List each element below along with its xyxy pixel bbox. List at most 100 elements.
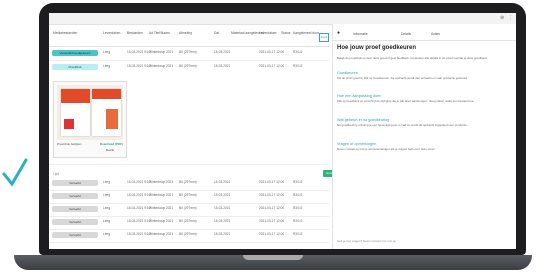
table-cell: 2021-03-17 12:00: [259, 232, 285, 236]
column-header[interactable]: Aangeleverd door: [293, 31, 319, 35]
status-pill: Proefdruk: [52, 64, 98, 70]
table-cell: 15-03-2021 9:10: [127, 206, 151, 210]
info-icon[interactable]: ●: [337, 30, 340, 36]
table-cell: 2021-03-17 12:00: [259, 206, 285, 210]
more-icon[interactable]: ⋮: [508, 15, 513, 21]
table-cell: Winterkoop 2021: [149, 193, 174, 197]
column-header[interactable]: Mediabestanden: [53, 31, 77, 35]
panel-section-heading: Vragen of opmerkingen: [337, 142, 377, 146]
status-pill: Verwerkt: [52, 219, 98, 225]
proof-preview[interactable]: Proefdruk bekijken Download (PDF) Bekijk: [53, 81, 127, 158]
status-pill: Verwerkt: [52, 206, 98, 212]
proof-graphic: [61, 89, 90, 103]
table-cell: Winterkoop 2021: [149, 219, 174, 223]
view-link[interactable]: Bekijk: [106, 148, 114, 152]
table-row[interactable]: Verwerkt Leeg 15-03-2021 9:10 Winterkoop…: [49, 216, 329, 230]
status-pill: Verwerkt: [52, 180, 98, 186]
panel-section-text: Als de proef goed is, klik op Goedkeuren…: [337, 76, 468, 80]
table-row[interactable]: Verwerkt Leeg 15-03-2021 9:10 Winterkoop…: [49, 229, 329, 243]
tab-informatie[interactable]: Informatie: [353, 32, 368, 36]
table-cell: 2021-03-17 12:00: [259, 193, 285, 197]
table-cell: 15-03-2021 9:10: [127, 219, 151, 223]
table-cell: 15-03-2021: [214, 193, 231, 197]
panel-section-text: Neem contact op met je accountmanager al…: [337, 147, 436, 151]
proof-page: [61, 89, 90, 136]
table-cell: 15-03-2021: [214, 180, 231, 184]
column-header[interactable]: Status: [281, 31, 290, 35]
proof-thumbnail[interactable]: [57, 85, 123, 140]
column-header[interactable]: Dat: [214, 31, 219, 35]
table-cell: R3/1/2: [293, 206, 303, 210]
table-cell: 2021-03-17 12:00: [259, 50, 285, 54]
section-label: Lijst: [53, 172, 59, 176]
proof-graphic: [64, 119, 74, 129]
tab-details[interactable]: Details: [401, 32, 411, 36]
table-cell: B0 (297mm): [179, 219, 197, 223]
panel-section-text: Klik op Feedback en omschrijf de wijzigi…: [337, 99, 475, 103]
proof-graphic: [106, 109, 118, 129]
table-cell: Winterkoop 2021: [149, 50, 174, 54]
table-row[interactable]: Verwerkt Leeg 15-03-2021 9:10 Winterkoop…: [49, 203, 329, 217]
table-cell: Leeg: [103, 219, 111, 223]
table-cell: 15-03-2021: [214, 50, 231, 54]
table-cell: 15-03-2021 9:10: [127, 50, 151, 54]
table-cell: R3/1/2: [293, 180, 303, 184]
table-cell: Leeg: [103, 50, 111, 54]
table-cell: 15-03-2021: [214, 64, 231, 68]
table-cell: Leeg: [103, 206, 111, 210]
table-cell: R3/1/2: [293, 193, 303, 197]
panel-section-heading: Wat gebeurt er na goedkeuring: [337, 118, 390, 122]
table-row-expanded[interactable]: Proefdruk Leeg 15-03-2021 9:10 Winterkoo…: [49, 61, 329, 165]
table-cell: 2021-03-17 12:00: [259, 64, 285, 68]
panel-intro: Bekijk de proefdruk en keur deze goed of…: [337, 56, 488, 60]
laptop-notch: [243, 255, 303, 260]
table-cell: Leeg: [103, 232, 111, 236]
table-cell: Winterkoop 2021: [149, 232, 174, 236]
table-cell: 2021-03-17 12:00: [259, 219, 285, 223]
proof-page: [92, 89, 121, 136]
table-cell: 15-03-2021 9:10: [127, 232, 151, 236]
panel-footer[interactable]: Heb je nog vragen? Neem contact met ons …: [337, 239, 396, 243]
download-link[interactable]: Download (PDF): [100, 142, 123, 146]
status-pill: Verwerkt/Goedgekeurd: [52, 50, 98, 56]
share-icon[interactable]: ⊕: [500, 15, 504, 21]
table-cell: R3/1/2: [293, 232, 303, 236]
table-cell: Winterkoop 2021: [149, 64, 174, 68]
panel-section-heading: Hoe een aanpassing doen: [337, 94, 382, 98]
table-cell: 15-03-2021: [214, 219, 231, 223]
check-mark-decoration-icon: [2, 158, 28, 187]
table-cell: Winterkoop 2021: [149, 180, 174, 184]
table-cell: B0 (297mm): [179, 50, 197, 54]
table-cell: B0 (297mm): [179, 64, 197, 68]
table-header: Mediabestanden Leverdatum Bestanden Ad T…: [49, 28, 329, 47]
table-cell: R3/1/2: [293, 50, 303, 54]
panel-title: Hoe jouw proef goedkeuren: [337, 45, 417, 51]
table-cell: Leeg: [103, 180, 111, 184]
panel-section-text: Na goedkeuring ontvang je een bevestigin…: [337, 123, 468, 127]
table-row[interactable]: Verwerkt Leeg 15-03-2021 9:10 Winterkoop…: [49, 177, 329, 191]
status-pill: Verwerkt: [52, 193, 98, 199]
table-row[interactable]: Verwerkt Leeg 15-03-2021 9:10 Winterkoop…: [49, 190, 329, 204]
table-cell: B0 (297mm): [179, 193, 197, 197]
table-cell: B0 (297mm): [179, 206, 197, 210]
proof-graphic: [92, 89, 121, 99]
column-header[interactable]: Afmeting: [179, 31, 192, 35]
column-header[interactable]: Leverdatum: [103, 31, 120, 35]
table-cell: Leeg: [103, 193, 111, 197]
column-header[interactable]: Ad Titel/Naam: [149, 31, 170, 35]
table-cell: 15-03-2021: [214, 206, 231, 210]
table-cell: R3/1/2: [293, 64, 303, 68]
tab-acties[interactable]: Acties: [431, 32, 440, 36]
table-cell: B0 (297mm): [179, 180, 197, 184]
table-row[interactable]: Verwerkt/Goedgekeurd Leeg 15-03-2021 9:1…: [49, 47, 329, 61]
column-header[interactable]: Leverdatum: [259, 31, 276, 35]
table-cell: 15-03-2021 9:10: [127, 64, 151, 68]
table-cell: 15-03-2021 9:10: [127, 193, 151, 197]
table-cell: Leeg: [103, 64, 111, 68]
table-cell: 15-03-2021: [214, 232, 231, 236]
panel-tabs: ● Informatie Details Acties: [333, 30, 516, 41]
column-header[interactable]: Bestanden: [127, 31, 143, 35]
search-button[interactable]: Zoek: [319, 33, 329, 42]
status-pill: Verwerkt: [52, 232, 98, 238]
app-screen: ⊕ ⋮ Mediabestanden Leverdatum Bestanden …: [49, 13, 516, 249]
